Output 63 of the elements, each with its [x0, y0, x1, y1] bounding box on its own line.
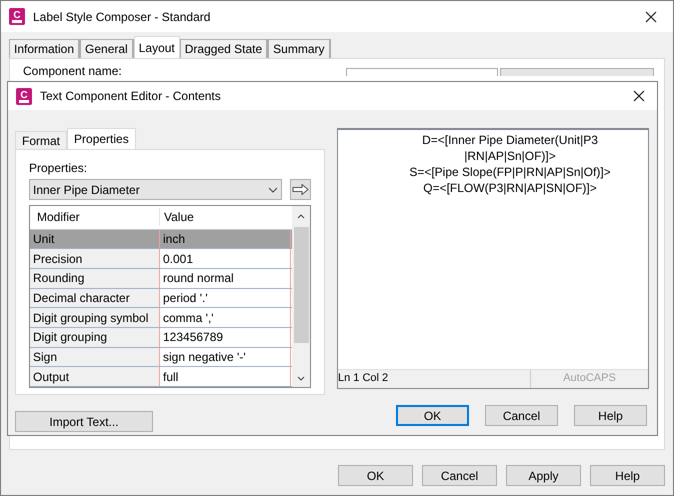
scroll-up-icon[interactable] [297, 214, 305, 219]
import-text-button[interactable]: Import Text... [15, 411, 153, 432]
table-cell: sign negative '-' [160, 348, 291, 366]
table-cell: Output [30, 367, 160, 386]
tab[interactable]: Layout [134, 36, 180, 58]
app-icon: C [16, 88, 32, 104]
dialog-button[interactable]: OK [396, 405, 469, 426]
table-row[interactable]: Digit grouping symbol comma ',' [30, 308, 292, 328]
app-icon: C [9, 8, 25, 25]
table-row[interactable]: Decimal character period '.' [30, 288, 292, 308]
expression-line: S=<[Pipe Slope(FP|P|RN|AP|Sn|Of)]> [409, 164, 611, 180]
expression-line: Q=<[FLOW(P3|RN|AP|SN|OF)]> [423, 180, 597, 196]
text-editor[interactable]: D=<[Inner Pipe Diameter(Unit|P3 |RN|AP|Sn|OF)]> S=<[Pipe Slope(FP|P|RN|AP|Sn|Of)]> Q=<[FLOW(P3|RN|AP|SN|OF)]> Ln 1 Col 2 AutoCAPS [337, 128, 649, 389]
close-icon[interactable] [645, 10, 657, 22]
dialog-button[interactable]: Help [590, 465, 665, 486]
table-cell: round normal [160, 268, 291, 288]
table-row[interactable]: Digit grouping 123456789 [30, 328, 292, 348]
table-cell: Precision [30, 249, 160, 268]
table-cell: Sign [30, 348, 160, 366]
tab[interactable]: Dragged State [180, 39, 268, 58]
table-cell: 0.001 [160, 249, 291, 268]
tab[interactable]: Information [9, 39, 80, 58]
property-dropdown[interactable]: Inner Pipe Diameter [29, 179, 282, 200]
dialog-button[interactable]: Apply [506, 465, 581, 486]
table-cell: Rounding [30, 268, 160, 288]
expression-line: D=<[Inner Pipe Diameter(Unit|P3 [422, 132, 598, 148]
table-cell: period '.' [160, 288, 291, 308]
expression-line: |RN|AP|Sn|OF)]> [464, 148, 556, 164]
insert-property-button[interactable] [290, 179, 311, 200]
field-label: Properties: [29, 161, 88, 175]
tab[interactable]: Summary [268, 39, 330, 58]
status-autocaps: AutoCAPS [562, 371, 617, 386]
dialog-button[interactable]: OK [338, 465, 413, 486]
scrollbar[interactable] [292, 206, 310, 387]
table-cell: comma ',' [160, 308, 291, 327]
column-header: Modifier [30, 208, 160, 226]
table-row[interactable]: Precision 0.001 [30, 249, 292, 269]
close-icon[interactable] [633, 90, 645, 102]
name-field[interactable] [346, 68, 498, 76]
tab[interactable]: Properties [67, 128, 136, 149]
window-title: Text Component Editor - Contents [40, 88, 222, 105]
tab[interactable]: Format [15, 131, 68, 149]
table-cell: inch [160, 230, 291, 248]
status-position: Ln 1 Col 2 [338, 370, 531, 388]
tab[interactable]: General [80, 39, 134, 58]
table-row[interactable]: Output full [30, 367, 292, 387]
table-row[interactable]: Rounding round normal [30, 268, 292, 289]
column-header: Value [163, 209, 194, 226]
table-cell: Unit [30, 230, 160, 248]
table-row[interactable]: Sign sign negative '-' [30, 348, 292, 368]
table-cell: Decimal character [30, 288, 160, 308]
dialog-button[interactable]: Cancel [485, 405, 558, 426]
dialog-button[interactable]: Cancel [422, 465, 497, 486]
table-cell: Digit grouping [30, 328, 160, 347]
table-row[interactable]: Unit inch [30, 230, 292, 250]
dialog-button[interactable]: Help [574, 405, 647, 426]
table-cell: full [160, 367, 291, 386]
field-label: Component name: [23, 64, 122, 78]
scroll-down-icon[interactable] [297, 376, 305, 381]
table-cell: 123456789 [160, 328, 291, 347]
chevron-icon [268, 186, 278, 192]
table-cell: Digit grouping symbol [30, 308, 160, 327]
window-title: Label Style Composer - Standard [33, 8, 212, 26]
